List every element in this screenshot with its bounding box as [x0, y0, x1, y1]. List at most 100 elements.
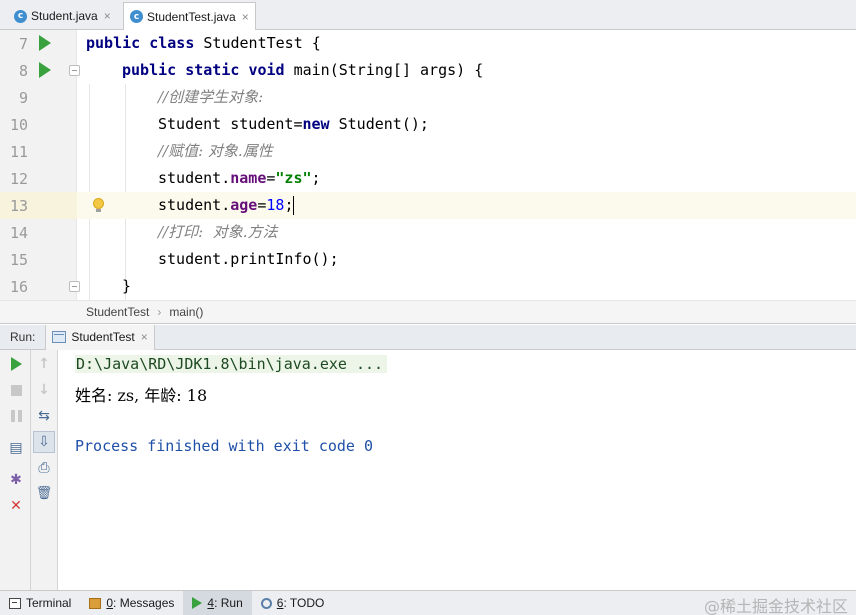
console-output-line: 姓名: zs, 年龄: 18 [75, 386, 208, 405]
code-token: age [230, 196, 258, 214]
line-number: 15 [9, 251, 28, 269]
line-number: 8 [18, 62, 28, 80]
close-run-button[interactable]: ✕ [5, 495, 27, 517]
line-number: 7 [18, 35, 28, 53]
code-line[interactable]: 16} [0, 273, 856, 300]
run-toolbar-secondary: ↑ ↓ ⇆ ⇩ ⎙ 🗑 [31, 350, 58, 590]
code-token: ; [311, 169, 321, 187]
stop-button[interactable] [5, 379, 27, 401]
code-token: public [86, 34, 141, 52]
run-gutter-icon[interactable] [39, 62, 51, 78]
breadcrumb-class[interactable]: StudentTest [86, 305, 149, 319]
code-token: void [248, 61, 285, 79]
code-token: ; [284, 196, 294, 214]
scroll-to-end-icon: ⇩ [38, 434, 50, 450]
messages-tool-button[interactable]: 0: Messages [80, 591, 183, 615]
soft-wrap-button[interactable]: ⇆ [33, 405, 55, 427]
console-command-line[interactable]: D:\Java\RD\JDK1.8\bin\java.exe ... [75, 355, 388, 373]
tab-student-java[interactable]: c Student.java × [8, 3, 117, 29]
run-config-tab[interactable]: StudentTest × [45, 324, 155, 350]
line-number: 9 [18, 89, 28, 107]
pause-icon [10, 410, 22, 422]
terminal-tool-button[interactable]: Terminal [0, 591, 80, 615]
text-cursor [293, 196, 295, 215]
code-token: class [149, 34, 195, 52]
run-tool-button[interactable]: 4: Run [183, 590, 252, 615]
pause-button[interactable] [5, 405, 27, 427]
play-icon [10, 357, 22, 371]
breadcrumb: StudentTest › main() [0, 300, 856, 324]
line-number: 10 [9, 116, 28, 134]
code-text: student.age=18; [158, 196, 295, 215]
rerun-button[interactable] [5, 353, 27, 375]
code-text: //赋值: 对象.属性 [158, 142, 273, 161]
run-console[interactable]: D:\Java\RD\JDK1.8\bin\java.exe ... 姓名: z… [58, 350, 856, 590]
line-number: 11 [9, 143, 28, 161]
code-line[interactable]: 8 public static void main(String[] args) … [0, 57, 856, 84]
fold-icon[interactable] [69, 281, 80, 292]
code-token: } [122, 277, 132, 295]
print-icon: ⎙ [38, 460, 50, 476]
terminal-icon [9, 597, 21, 609]
scroll-to-end-button[interactable]: ⇩ [33, 431, 55, 453]
close-icon[interactable]: × [141, 330, 148, 344]
todo-tool-button[interactable]: 6: TODO [252, 591, 334, 615]
run-config-label: StudentTest [71, 330, 135, 344]
pin-tab-button[interactable]: ✱ [5, 469, 27, 491]
code-token: student. [158, 196, 231, 214]
intention-bulb-icon[interactable] [93, 198, 104, 212]
layout-icon: ▤ [9, 440, 23, 456]
code-line[interactable]: 9 //创建学生对象: [0, 84, 856, 111]
code-token: student.printInfo(); [158, 250, 339, 268]
line-number: 13 [9, 197, 28, 215]
code-text: //打印: 对象.方法 [158, 223, 277, 242]
code-line[interactable]: 14 //打印: 对象.方法 [0, 219, 856, 246]
close-icon[interactable]: × [242, 10, 249, 24]
code-token: "zs" [275, 169, 312, 187]
restore-layout-button[interactable]: ▤ [5, 437, 27, 459]
fold-icon[interactable] [69, 65, 80, 76]
line-number: 16 [9, 278, 28, 296]
close-icon[interactable]: × [104, 9, 111, 23]
code-line[interactable]: 10 Student student=new Student(); [0, 111, 856, 138]
breadcrumb-separator: › [157, 305, 162, 319]
run-icon [192, 597, 203, 609]
code-token: 18 [266, 196, 285, 214]
code-token: //打印: 对象.方法 [158, 223, 278, 241]
run-panel-header: Run: StudentTest × [0, 324, 856, 350]
code-line[interactable]: 11 //赋值: 对象.属性 [0, 138, 856, 165]
tab-label: StudentTest.java [147, 9, 236, 24]
print-button[interactable]: ⎙ [33, 457, 55, 479]
stop-icon [10, 384, 22, 396]
code-line[interactable]: 7 public class StudentTest { [0, 30, 856, 57]
code-token: student. [158, 169, 231, 187]
tool-window-bar: Terminal 0: Messages 4: Run 6: TODO @稀土掘… [0, 590, 856, 615]
down-stack-button[interactable]: ↓ [33, 379, 55, 401]
code-editor[interactable]: 7 public class StudentTest {8 public stati… [0, 30, 856, 300]
run-shortcut: 4 [207, 596, 215, 610]
run-label: Run: [10, 330, 36, 344]
code-line[interactable]: 12 student.name="zs"; [0, 165, 856, 192]
code-text: student.printInfo(); [158, 250, 339, 269]
messages-icon [89, 597, 102, 609]
line-number: 12 [9, 170, 28, 188]
run-gutter-icon[interactable] [39, 35, 51, 51]
code-token: static [185, 61, 240, 79]
code-token: //赋值: 对象.属性 [158, 142, 273, 160]
pin-icon: ✱ [10, 472, 22, 488]
clear-all-button[interactable]: 🗑 [33, 483, 55, 505]
code-text: student.name="zs"; [158, 169, 321, 188]
code-line[interactable]: 15 student.printInfo(); [0, 246, 856, 273]
arrow-up-icon: ↑ [38, 356, 50, 372]
up-stack-button[interactable]: ↑ [33, 353, 55, 375]
tab-studenttest-java[interactable]: c StudentTest.java × [123, 2, 256, 30]
code-token: name [230, 169, 267, 187]
messages-shortcut: 0 [106, 596, 114, 610]
run-toolbar-primary: ▤ ✱ ✕ [0, 350, 31, 590]
code-token: main(String[] args) { [284, 61, 484, 79]
soft-wrap-icon: ⇆ [38, 408, 50, 424]
breadcrumb-method[interactable]: main() [169, 305, 203, 319]
code-line[interactable]: 13 student.age=18; [0, 192, 856, 219]
todo-icon [260, 597, 272, 609]
watermark: @稀土掘金技术社区 [703, 597, 848, 615]
